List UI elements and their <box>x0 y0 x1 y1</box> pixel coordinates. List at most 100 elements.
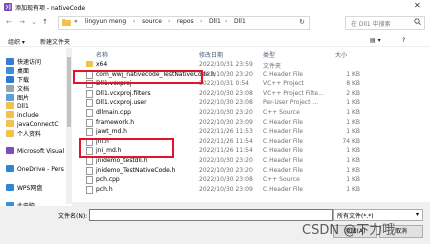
highlight-box <box>73 70 203 84</box>
file-size: 1 KB <box>346 118 360 126</box>
breadcrumb-separator: › <box>168 18 171 25</box>
breadcrumb-separator: › <box>200 18 203 25</box>
breadcrumb-dll1-parent[interactable]: Dll1 <box>209 18 221 25</box>
sidebar-item[interactable]: 快速访问 <box>6 57 41 66</box>
sidebar-item[interactable]: 图片 <box>6 93 29 102</box>
sidebar-item[interactable]: 文档 <box>6 84 29 93</box>
file-row[interactable]: framework.h 2022/10/30 23:09 C Header File… <box>72 118 430 127</box>
sidebar-scrollbar-thumb[interactable] <box>67 57 71 127</box>
visual-studio-icon <box>6 147 14 154</box>
folder-icon <box>62 18 71 28</box>
file-icon <box>86 89 93 98</box>
watermark-text: CSDN @下力哦 <box>302 223 396 238</box>
up-arrow-icon[interactable]: ↑ <box>40 18 50 26</box>
file-row[interactable]: dllmain.cpp 2022/10/30 23:20 C++ Source 1 K… <box>72 108 430 117</box>
blank <box>6 156 14 163</box>
file-size: 1 KB <box>346 128 360 136</box>
sidebar-item[interactable]: 个人资料 <box>6 129 41 138</box>
file-icon <box>86 99 93 108</box>
sidebar-item-label: OneDrive - Pers <box>17 166 64 173</box>
navigation-pane: 快速访问 桌面下载 文档图片 Dll1 include javaConnectC 个人资料 M… <box>0 48 66 210</box>
file-icon <box>86 157 93 165</box>
sidebar-item[interactable]: 桌面 <box>6 66 29 75</box>
sidebar-item[interactable]: 下载 <box>6 75 29 84</box>
breadcrumb-source[interactable]: source <box>142 18 162 25</box>
file-name: dllmain.cpp <box>96 109 131 116</box>
document-icon <box>6 85 14 92</box>
view-options-button[interactable]: ▤ ▾ <box>370 37 381 44</box>
file-date: 2022/11/26 11:54 <box>199 147 253 155</box>
column-header-type[interactable]: 类型 <box>263 50 275 59</box>
file-type: C++ Source <box>263 176 300 184</box>
breadcrumb-dll1[interactable]: Dll1 <box>234 18 246 25</box>
new-folder-button[interactable]: 新建文件夹 <box>40 37 70 46</box>
column-header-date[interactable]: 修改日期 <box>199 50 223 59</box>
file-name: x64 <box>96 61 108 68</box>
file-type: VC++ Project <box>263 80 304 88</box>
file-type: C Header File <box>263 128 303 136</box>
blank <box>6 138 14 145</box>
close-icon[interactable]: ✕ <box>414 1 421 10</box>
file-date: 2022/10/31 23:59 <box>199 61 253 68</box>
help-icon[interactable]: ? <box>402 37 405 44</box>
breadcrumb-overflow[interactable]: « <box>74 18 78 25</box>
file-date: 2022/10/30 23:09 <box>199 118 253 126</box>
file-icon <box>86 166 93 175</box>
sidebar-item[interactable]: WPS网盘 <box>6 183 42 192</box>
sidebar-item-label: 图片 <box>17 95 30 102</box>
folder-icon <box>6 102 14 109</box>
file-row[interactable]: Dll1.vcxproj.filters 2022/10/30 23:08 VC++… <box>72 89 430 98</box>
filename-label: 文件名(N): <box>58 213 88 220</box>
file-date: 2022/10/31 0:54 <box>199 80 249 88</box>
file-size: 1 KB <box>346 109 360 116</box>
window-title: 添加现有项 - nativeCode <box>15 5 86 12</box>
file-size: 1 KB <box>346 99 360 107</box>
file-name: framework.h <box>96 118 135 126</box>
breadcrumb-user[interactable]: lingyun meng <box>85 18 126 25</box>
file-size: 1 KB <box>346 185 360 193</box>
file-row[interactable]: jnidemo_TestNativeCode.h 2022/10/30 23:20… <box>72 166 430 175</box>
filename-input[interactable] <box>90 210 336 220</box>
search-input[interactable]: 在 Dll1 中搜索 <box>351 19 391 28</box>
back-arrow-icon[interactable]: ← <box>4 18 14 26</box>
search-box[interactable]: 在 Dll1 中搜索 <box>345 16 425 30</box>
address-bar[interactable]: « lingyun meng › source › repos › Dll1 ›… <box>58 16 310 30</box>
file-name: pch.cpp <box>96 176 120 184</box>
refresh-icon[interactable]: ↻ <box>299 18 305 26</box>
file-size: 1 KB <box>346 176 360 184</box>
file-icon <box>86 185 93 194</box>
filename-field[interactable] <box>89 209 336 221</box>
cloud-icon <box>6 184 14 191</box>
download-icon <box>6 76 14 83</box>
sidebar-item[interactable]: Microsoft Visual <box>6 147 64 156</box>
search-icon[interactable] <box>414 18 421 27</box>
sidebar-item-label: 下载 <box>17 77 30 84</box>
file-type: C Header File <box>263 147 303 155</box>
sidebar-item[interactable]: OneDrive - Pers <box>6 165 64 174</box>
recent-locations-icon[interactable]: ⌄ <box>29 18 39 26</box>
sidebar-item[interactable]: include <box>6 111 39 120</box>
title-bar: 添加现有项 - nativeCode ✕ <box>0 0 430 14</box>
sidebar-item-label: 快速访问 <box>17 59 42 66</box>
file-row[interactable]: pch.h 2022/10/30 23:09 C Header File 1 KB <box>72 185 430 194</box>
sidebar-item[interactable]: javaConnectC <box>6 120 59 129</box>
organize-button[interactable]: 组织 ▾ <box>8 37 25 46</box>
sidebar-item <box>6 138 17 147</box>
file-icon <box>86 109 93 117</box>
sidebar-item-label: 个人资料 <box>17 131 42 138</box>
file-row[interactable]: jawt_md.h 2022/11/26 11:53 C Header File 1 … <box>72 127 430 137</box>
column-header-size[interactable]: 大小 <box>335 50 347 59</box>
folder-icon <box>6 130 14 137</box>
sidebar-item <box>6 192 17 201</box>
file-icon <box>86 176 93 185</box>
file-date: 2022/11/26 11:53 <box>199 128 253 136</box>
breadcrumb-repos[interactable]: repos <box>177 18 194 25</box>
file-row[interactable]: pch.cpp 2022/10/30 23:08 C++ Source 1 KB <box>72 175 430 185</box>
sidebar-item-label: Microsoft Visual <box>17 148 65 155</box>
forward-arrow-icon[interactable]: → <box>17 18 27 26</box>
file-size: 74 KB <box>342 137 360 145</box>
file-row[interactable]: Dll1.vcxproj.user 2022/10/30 23:08 Per-Use… <box>72 98 430 108</box>
column-header-name[interactable]: 名称 <box>96 50 108 59</box>
sidebar-item[interactable]: Dll1 <box>6 102 29 111</box>
file-row[interactable]: x64 2022/10/31 23:59 文件夹 <box>72 60 430 70</box>
